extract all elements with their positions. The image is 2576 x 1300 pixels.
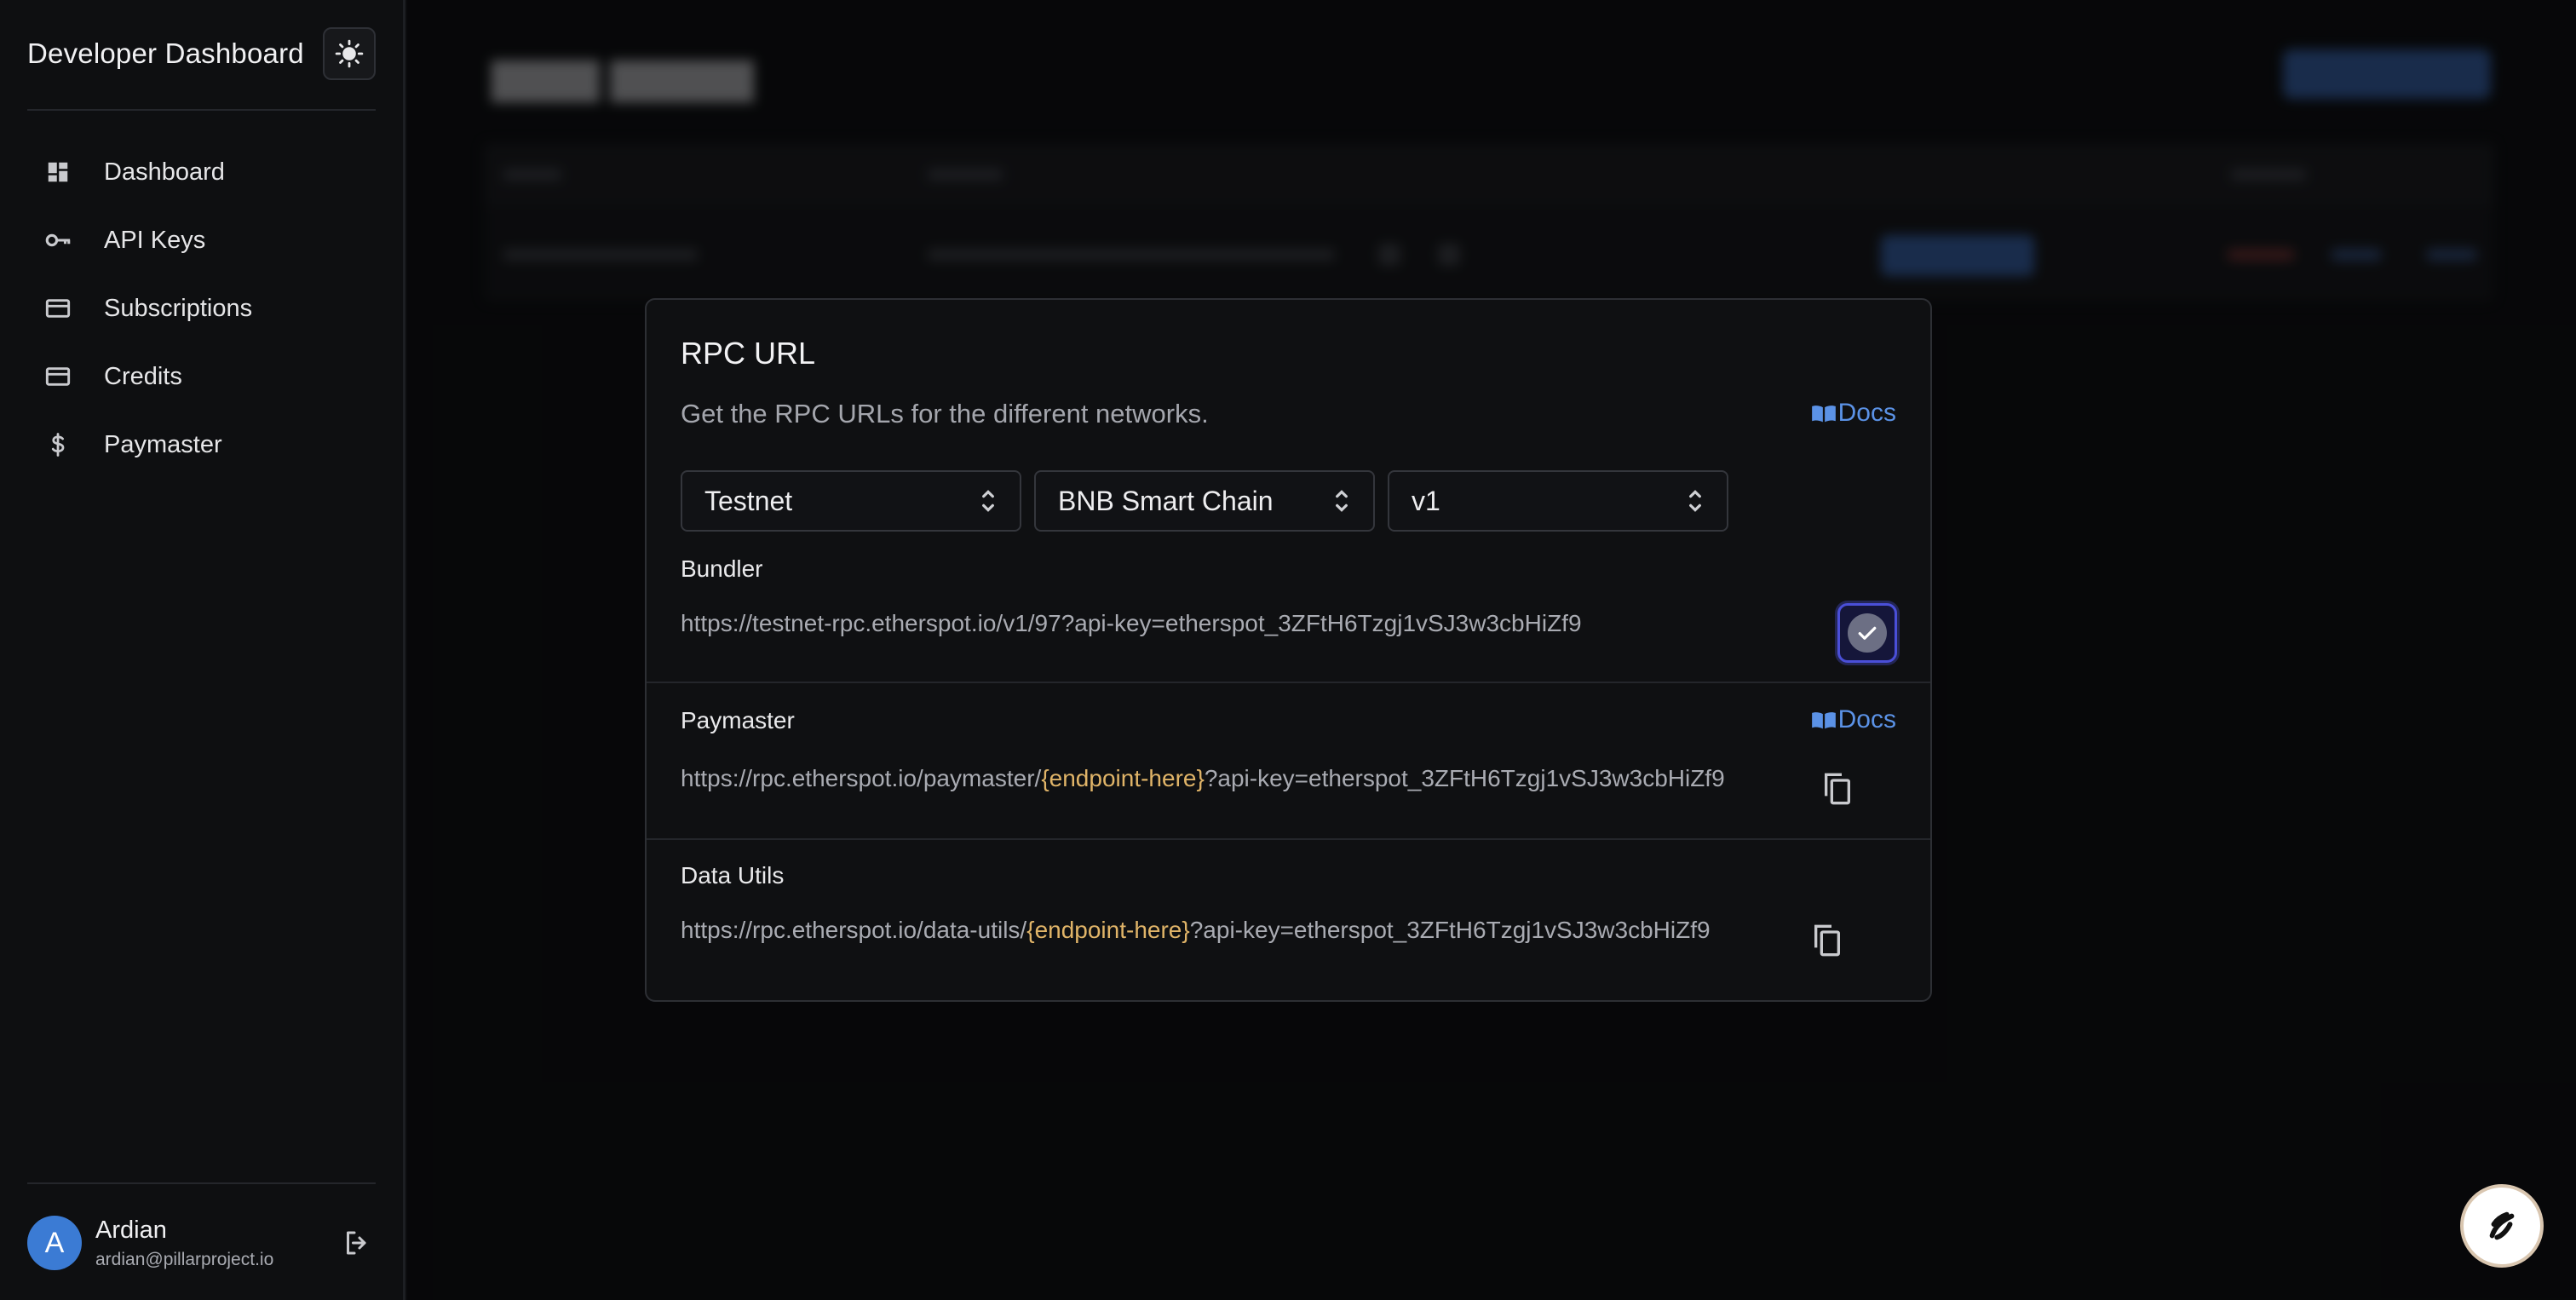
user-name: Ardian <box>95 1216 167 1244</box>
copy-icon <box>1814 924 1840 957</box>
sidebar-item-label: Subscriptions <box>104 294 253 322</box>
check-icon <box>1858 626 1877 640</box>
bundler-label: Bundler <box>681 555 763 582</box>
sidebar-nav: Dashboard API Keys Subscriptions Credits… <box>27 138 376 479</box>
sidebar-header: Developer Dashboard <box>27 26 376 82</box>
key-icon <box>43 225 73 256</box>
modal-subtitle: Get the RPC URLs for the different netwo… <box>681 399 1209 429</box>
sidebar-divider <box>27 1182 376 1184</box>
rpc-url-modal: RPC URL Get the RPC URLs for the differe… <box>645 298 1932 1002</box>
user-profile: A Ardian ardian@pillarproject.io <box>27 1211 376 1274</box>
network-select[interactable]: Testnet <box>681 470 1021 532</box>
chevron-up-down-icon <box>1336 490 1348 512</box>
chevron-up-down-icon <box>982 490 994 512</box>
paymaster-label: Paymaster <box>681 707 795 733</box>
network-select-value: Testnet <box>704 485 793 516</box>
chain-select[interactable]: BNB Smart Chain <box>1034 470 1375 532</box>
sidebar-item-label: Dashboard <box>104 158 225 186</box>
modal-title: RPC URL <box>681 336 816 371</box>
user-info: Ardian ardian@pillarproject.io <box>95 1217 338 1270</box>
sidebar-item-label: Credits <box>104 362 182 390</box>
copy-icon <box>1825 773 1850 805</box>
logout-button[interactable] <box>338 1224 376 1262</box>
sidebar-item-api-keys[interactable]: API Keys <box>27 206 376 274</box>
paymaster-copy-button[interactable] <box>1820 770 1854 808</box>
sidebar-item-credits[interactable]: Credits <box>27 342 376 411</box>
docs-link[interactable]: Docs <box>1811 399 1896 428</box>
paymaster-docs-link[interactable]: Docs <box>1811 705 1896 734</box>
credit-card-icon <box>43 361 73 392</box>
etherspot-logo-icon <box>2489 1211 2515 1240</box>
docs-link-label: Docs <box>1837 399 1896 427</box>
chain-select-value: BNB Smart Chain <box>1058 485 1274 516</box>
theme-toggle-button[interactable] <box>323 27 376 80</box>
avatar: A <box>27 1216 82 1270</box>
logout-icon <box>347 1231 366 1255</box>
chevron-up-down-icon <box>1689 490 1701 512</box>
sidebar-divider <box>27 109 376 111</box>
user-email: ardian@pillarproject.io <box>95 1249 274 1269</box>
sidebar-item-dashboard[interactable]: Dashboard <box>27 138 376 206</box>
book-icon <box>1811 406 1836 423</box>
data-utils-copy-button[interactable] <box>1810 922 1844 959</box>
section-divider <box>647 838 1930 840</box>
bundler-copy-button-copied[interactable] <box>1837 603 1897 663</box>
book-icon <box>1811 712 1836 729</box>
dollar-icon <box>43 429 73 460</box>
sidebar: Developer Dashboard Dashboard API Keys S… <box>0 0 405 1300</box>
data-utils-label: Data Utils <box>681 862 785 889</box>
version-select-value: v1 <box>1412 485 1440 516</box>
sidebar-item-label: Paymaster <box>104 430 222 458</box>
data-utils-url: https://rpc.etherspot.io/data-utils/{end… <box>681 917 1711 943</box>
credit-card-icon <box>43 293 73 324</box>
sidebar-item-label: API Keys <box>104 226 206 254</box>
sidebar-item-subscriptions[interactable]: Subscriptions <box>27 274 376 342</box>
sun-icon <box>335 39 364 68</box>
dashboard-grid-icon <box>43 157 73 187</box>
docs-link-label: Docs <box>1837 705 1896 733</box>
bundler-url: https://testnet-rpc.etherspot.io/v1/97?a… <box>681 610 1582 636</box>
app-title: Developer Dashboard <box>27 37 304 69</box>
paymaster-url: https://rpc.etherspot.io/paymaster/{endp… <box>681 765 1725 791</box>
version-select[interactable]: v1 <box>1388 470 1728 532</box>
help-chat-button[interactable] <box>2460 1184 2544 1268</box>
sidebar-item-paymaster[interactable]: Paymaster <box>27 411 376 479</box>
section-divider <box>647 682 1930 683</box>
